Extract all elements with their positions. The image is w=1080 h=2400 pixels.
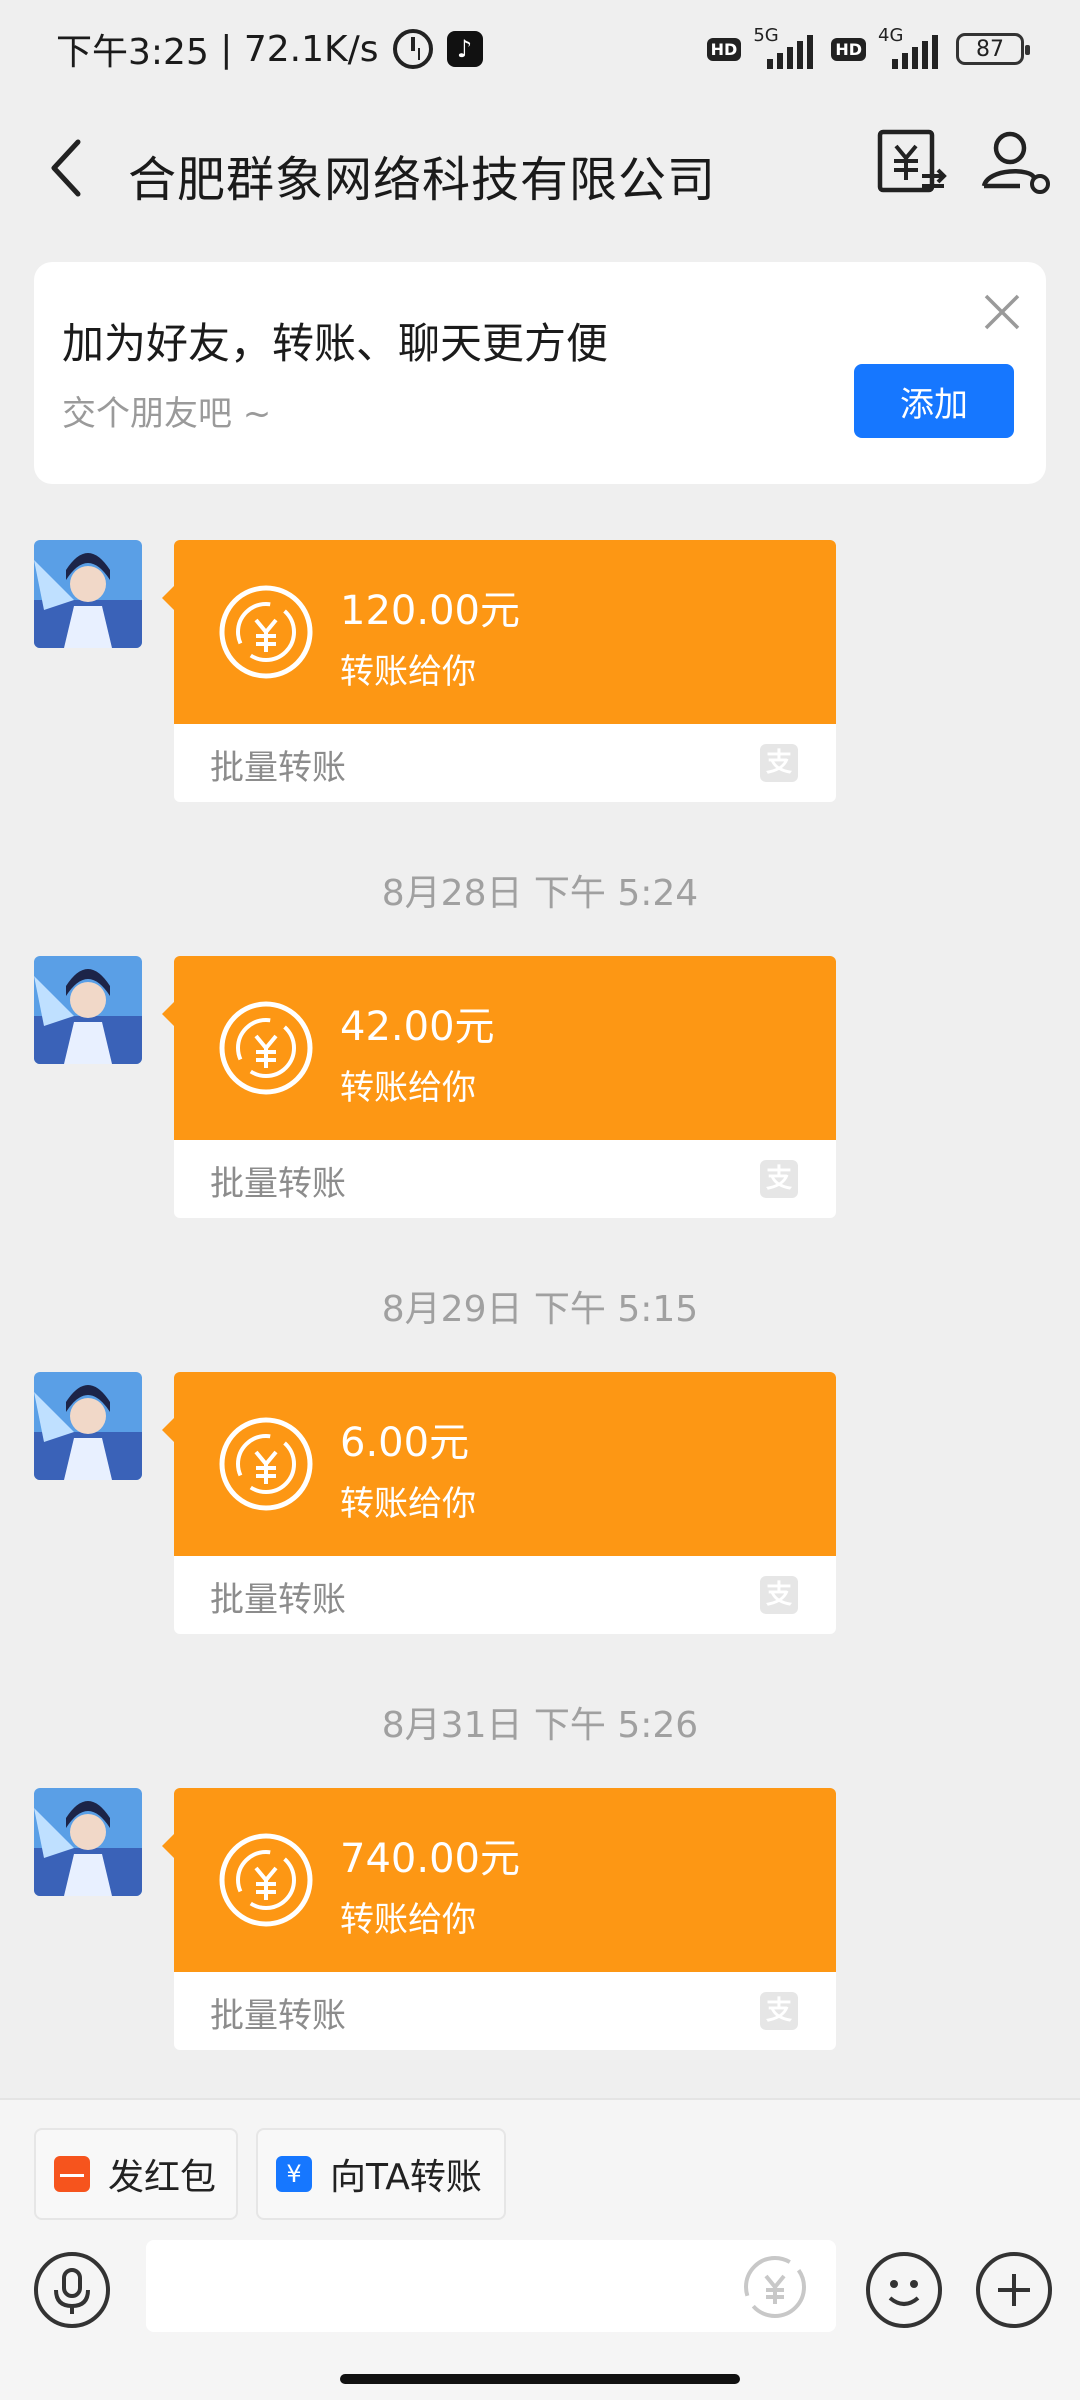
batch-transfer-label: 批量转账 [210,1996,346,2036]
batch-transfer-label: 批量转账 [210,1580,346,1620]
avatar[interactable] [34,1372,142,1480]
transfer-footer: 批量转账 支 [174,1972,836,2050]
transfer-coin-icon [216,1414,316,1514]
signal-5g-icon: 5G [753,25,819,69]
message-item: 6.00元 转账给你 批量转账 支 [0,1372,1080,1634]
yen-transfer-icon[interactable] [864,114,954,204]
transfer-amount: 6.00元 [340,1420,470,1466]
timestamp: 8月28日 下午 5:24 [381,873,699,914]
transfer-bubble[interactable]: 740.00元 转账给你 批量转账 支 [162,1788,836,2050]
transfer-desc: 转账给你 [340,1484,476,1524]
avatar[interactable] [34,1788,142,1896]
transfer-bubble[interactable]: 120.00元 转账给你 批量转账 支 [162,540,836,802]
transfer-desc: 转账给你 [340,1900,476,1940]
avatar[interactable] [34,956,142,1064]
message-item: 42.00元 转账给你 批量转账 支 [0,956,1080,1218]
message-item: 740.00元 转账给你 批量转账 支 [0,1788,1080,2050]
timestamp: 8月31日 下午 5:26 [381,1705,699,1746]
quick-transfer-icon[interactable] [742,2254,808,2320]
transfer-amount: 120.00元 [340,588,520,634]
tiktok-icon: ♪ [446,31,483,67]
back-arrow-icon[interactable] [40,128,100,208]
friend-card-title: 加为好友，转账、聊天更方便 [62,319,609,368]
batch-transfer-label: 批量转账 [210,748,346,788]
add-friend-card: 加为好友，转账、聊天更方便 交个朋友吧 ~ 添加 [34,262,1046,484]
friend-card-subtitle: 交个朋友吧 ~ [62,394,272,434]
avatar[interactable] [34,540,142,648]
battery-level: 87 [976,36,1004,62]
transfer-top: 120.00元 转账给你 [174,540,836,724]
transfer-to-user-label: 向TA转账 [330,2157,482,2198]
alipay-icon: 支 [760,744,798,782]
person-settings-icon[interactable] [970,114,1060,204]
transfer-bubble[interactable]: 6.00元 转账给你 批量转账 支 [162,1372,836,1634]
timestamp: 8月29日 下午 5:15 [381,1289,699,1330]
bottom-toolbar: 发红包 ¥ 向TA转账 [0,2098,1080,2400]
hd-badge: HD [706,37,742,61]
alipay-icon: 支 [760,1992,798,2030]
plus-icon[interactable] [976,2252,1052,2328]
message-input[interactable] [146,2240,836,2332]
transfer-footer: 批量转账 支 [174,1556,836,1634]
transfer-amount: 740.00元 [340,1836,520,1882]
batch-transfer-label: 批量转账 [210,1164,346,1204]
alarm-icon [392,29,433,69]
close-icon[interactable] [974,284,1030,340]
network-speed: 72.1K/s [243,28,379,70]
emoji-icon[interactable] [866,2252,942,2328]
add-friend-button[interactable]: 添加 [854,364,1014,438]
transfer-to-user-button[interactable]: ¥ 向TA转账 [256,2128,506,2220]
status-separator: | [208,28,244,70]
transfer-top: 740.00元 转账给你 [174,1788,836,1972]
signal-4g-icon: 4G [878,25,944,69]
alipay-icon: 支 [760,1576,798,1614]
microphone-icon[interactable] [34,2252,110,2328]
status-left: 下午3:25 | 72.1K/s ♪ [56,24,483,74]
chat-screen: 下午3:25 | 72.1K/s ♪ HD 5G HD 4G 87 合肥群象网络… [0,0,1080,2400]
red-packet-button[interactable]: 发红包 [34,2128,238,2220]
transfer-bubble[interactable]: 42.00元 转账给你 批量转账 支 [162,956,836,1218]
transfer-coin-icon [216,1830,316,1930]
red-packet-icon [54,2156,90,2192]
red-packet-label: 发红包 [108,2157,217,2198]
transfer-desc: 转账给你 [340,652,476,692]
transfer-amount: 42.00元 [340,1004,495,1050]
page-title: 合肥群象网络科技有限公司 [128,152,717,208]
chat-header: 合肥群象网络科技有限公司 [0,96,1080,246]
transfer-coin-icon [216,998,316,1098]
transfer-icon: ¥ [276,2156,312,2192]
transfer-footer: 批量转账 支 [174,724,836,802]
transfer-top: 6.00元 转账给你 [174,1372,836,1556]
message-item: 120.00元 转账给你 批量转账 支 [0,540,1080,802]
alipay-icon: 支 [760,1160,798,1198]
input-row [0,2240,1080,2360]
transfer-coin-icon [216,582,316,682]
transfer-desc: 转账给你 [340,1068,476,1108]
transfer-footer: 批量转账 支 [174,1140,836,1218]
home-indicator[interactable] [340,2374,740,2384]
status-bar: 下午3:25 | 72.1K/s ♪ HD 5G HD 4G 87 [0,0,1080,96]
hd-badge: HD [831,37,866,61]
status-time: 下午3:25 [56,32,209,73]
transfer-top: 42.00元 转账给你 [174,956,836,1140]
battery-icon: 87 [956,33,1030,65]
status-right: HD 5G HD 4G 87 [706,25,1030,72]
